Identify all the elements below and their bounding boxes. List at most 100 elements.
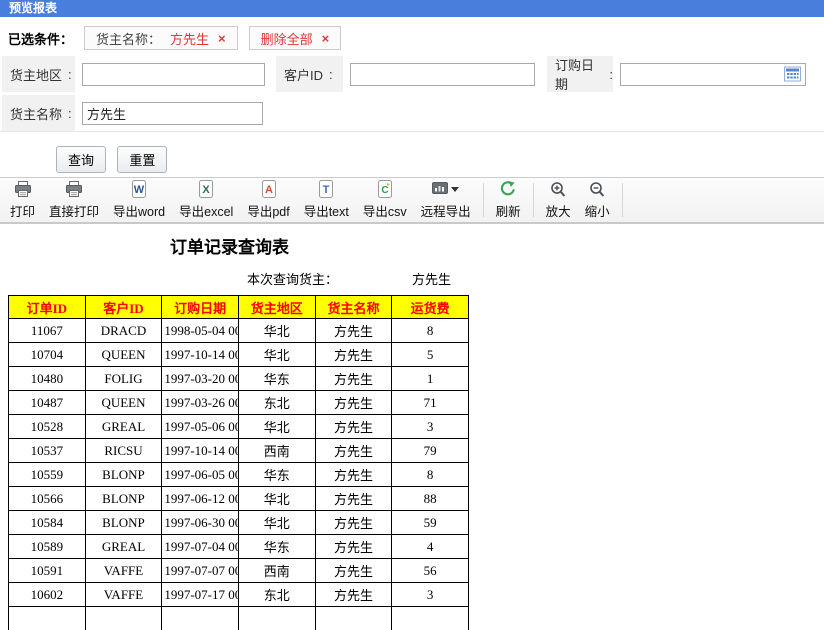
cell-order-id: 10559 — [9, 463, 86, 487]
query-button[interactable]: 查询 — [56, 146, 106, 173]
remote-export-button[interactable]: 远程导出 — [414, 178, 478, 222]
cell-order-date: 1997-07-04 00 — [162, 535, 239, 559]
column-header: 货主地区 — [238, 296, 315, 319]
cell-order-date: 1997-10-14 00 — [162, 439, 239, 463]
cell-order-id: 10537 — [9, 439, 86, 463]
cell-customer-id: BLONP — [85, 487, 162, 511]
print-button[interactable]: 打印 — [3, 178, 42, 222]
export-excel-button[interactable]: X 导出excel — [172, 178, 240, 222]
cell-shipper-name: 方先生 — [315, 319, 392, 343]
zoom-out-button[interactable]: 缩小 — [578, 178, 617, 222]
filter-form: 货主地区: 客户ID: 订购日期: — [0, 56, 824, 132]
cell-shipper-name: 方先生 — [315, 583, 392, 607]
cell-shipper-region: 华北 — [238, 343, 315, 367]
table-row: 10480 FOLIG 1997-03-20 00 华东 方先生 1 — [9, 367, 469, 391]
shipper-name-input[interactable] — [82, 102, 263, 125]
reset-button[interactable]: 重置 — [117, 146, 167, 173]
remove-condition-icon[interactable]: × — [218, 31, 226, 46]
cell-freight: 8 — [392, 319, 469, 343]
refresh-icon — [499, 180, 517, 198]
cell-order-id: 10589 — [9, 535, 86, 559]
cell-order-date: 1997-06-05 00 — [162, 463, 239, 487]
table-row: 11067 DRACD 1998-05-04 00 华北 方先生 8 — [9, 319, 469, 343]
cell-shipper-name: 方先生 — [315, 511, 392, 535]
table-row: 10566 BLONP 1997-06-12 00 华北 方先生 88 — [9, 487, 469, 511]
cell-order-date: 1997-07-17 00 — [162, 583, 239, 607]
svg-text:T: T — [323, 184, 330, 196]
cell-shipper-region: 东北 — [238, 583, 315, 607]
form-actions: 查询 重置 — [0, 132, 824, 177]
cell-freight: 3 — [392, 415, 469, 439]
cell-customer-id: DRACD — [85, 319, 162, 343]
cell-freight: 56 — [392, 559, 469, 583]
cell-order-id: 10566 — [9, 487, 86, 511]
cell-order-id: 10528 — [9, 415, 86, 439]
svg-text:W: W — [134, 184, 145, 196]
cell-shipper-name: 方先生 — [315, 439, 392, 463]
shipper-name-label: 货主名称: — [2, 95, 75, 131]
calendar-icon[interactable] — [784, 67, 801, 82]
window-title: 预览报表 — [0, 0, 824, 17]
order-date-label: 订购日期: — [547, 56, 613, 92]
customer-id-input[interactable] — [350, 63, 535, 86]
toolbar-separator — [533, 183, 534, 217]
cell-customer-id: BLONP — [85, 511, 162, 535]
column-header: 订单ID — [9, 296, 86, 319]
cell-customer-id: RICSU — [85, 439, 162, 463]
clear-all-conditions-button[interactable]: 删除全部 × — [249, 26, 342, 50]
zoom-in-button[interactable]: 放大 — [539, 178, 578, 222]
cell-order-date: 1998-05-04 00 — [162, 319, 239, 343]
direct-print-button[interactable]: 直接打印 — [42, 178, 106, 222]
clipped-next-row — [9, 607, 469, 630]
cell-freight: 88 — [392, 487, 469, 511]
cell-freight: 71 — [392, 391, 469, 415]
condition-tag-value: 方先生 — [170, 29, 209, 48]
cell-customer-id: QUEEN — [85, 391, 162, 415]
cell-order-date: 1997-05-06 00 — [162, 415, 239, 439]
pdf-doc-icon: A — [261, 180, 277, 198]
cell-shipper-name: 方先生 — [315, 415, 392, 439]
export-pdf-button[interactable]: A 导出pdf — [240, 178, 296, 222]
cell-shipper-name: 方先生 — [315, 367, 392, 391]
cell-order-id: 10591 — [9, 559, 86, 583]
toolbar-separator — [622, 183, 623, 217]
table-row: 10589 GREAL 1997-07-04 00 华东 方先生 4 — [9, 535, 469, 559]
table-row: 10591 VAFFE 1997-07-07 00 西南 方先生 56 — [9, 559, 469, 583]
cell-shipper-region: 华东 — [238, 535, 315, 559]
word-doc-icon: W — [131, 180, 147, 198]
shipper-region-input[interactable] — [82, 63, 265, 86]
cell-order-id: 10602 — [9, 583, 86, 607]
text-doc-icon: T — [318, 180, 334, 198]
table-row: 10528 GREAL 1997-05-06 00 华北 方先生 3 — [9, 415, 469, 439]
cell-order-date: 1997-03-20 00 — [162, 367, 239, 391]
cell-shipper-region: 华北 — [238, 415, 315, 439]
table-row: 10559 BLONP 1997-06-05 00 华东 方先生 8 — [9, 463, 469, 487]
refresh-button[interactable]: 刷新 — [489, 178, 528, 222]
cell-order-id: 10704 — [9, 343, 86, 367]
cell-shipper-name: 方先生 — [315, 487, 392, 511]
cell-freight: 1 — [392, 367, 469, 391]
cell-customer-id: FOLIG — [85, 367, 162, 391]
cell-shipper-name: 方先生 — [315, 463, 392, 487]
export-csv-button[interactable]: C 导出csv — [356, 178, 414, 222]
table-row: 10602 VAFFE 1997-07-17 00 东北 方先生 3 — [9, 583, 469, 607]
cell-shipper-region: 东北 — [238, 391, 315, 415]
zoom-out-icon — [589, 180, 605, 198]
printer-icon — [65, 180, 83, 198]
report-toolbar: 打印 直接打印 W 导出word X 导出excel A 导出pdf — [0, 177, 824, 224]
shipper-region-label: 货主地区: — [2, 56, 75, 92]
export-text-button[interactable]: T 导出text — [297, 178, 356, 222]
export-word-button[interactable]: W 导出word — [106, 178, 172, 222]
orders-table-body: 11067 DRACD 1998-05-04 00 华北 方先生 8 10704… — [9, 319, 469, 607]
cell-customer-id: VAFFE — [85, 559, 162, 583]
order-date-input[interactable] — [620, 63, 806, 86]
column-header: 货主名称 — [315, 296, 392, 319]
printer-icon — [14, 180, 32, 198]
zoom-in-icon — [550, 180, 566, 198]
cell-freight: 5 — [392, 343, 469, 367]
cell-freight: 4 — [392, 535, 469, 559]
cell-shipper-name: 方先生 — [315, 391, 392, 415]
cell-shipper-region: 华北 — [238, 319, 315, 343]
cell-shipper-name: 方先生 — [315, 559, 392, 583]
cell-shipper-region: 西南 — [238, 439, 315, 463]
